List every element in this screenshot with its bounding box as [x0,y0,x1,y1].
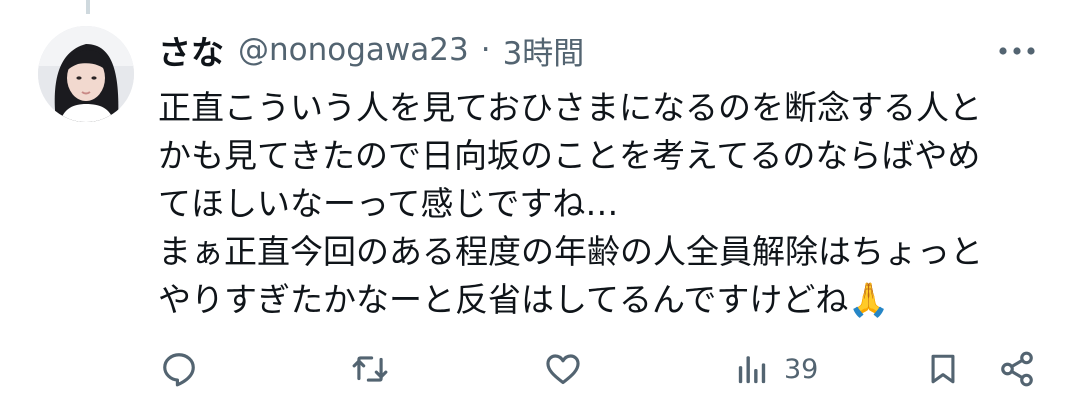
like-button[interactable] [543,346,583,392]
timestamp[interactable]: 3時間 [503,28,585,73]
views-button[interactable]: 39 [736,346,818,392]
like-icon [546,354,580,385]
author-handle[interactable]: @nonogawa23 [238,32,469,68]
retweet-button[interactable] [350,346,390,392]
separator-dot: · [480,32,491,68]
retweet-icon [352,356,388,382]
tweet-header: さな @nonogawa23 · 3時間 [158,26,584,74]
views-icon [738,356,766,384]
bookmark-icon [931,354,955,384]
avatar[interactable] [38,26,134,122]
bookmark-button[interactable] [926,346,960,392]
reply-icon [163,353,195,387]
share-icon [1001,351,1033,387]
more-icon[interactable] [994,36,1040,66]
tweet-text: 正直こういう人を見ておひさまになるのを断念する人と かも見てきたので日向坂のこと… [158,88,983,319]
author-name[interactable]: さな [158,26,224,74]
share-button[interactable] [998,346,1036,392]
reply-button[interactable] [160,346,198,392]
views-count: 39 [784,353,819,385]
action-bar: 39 [0,346,1080,392]
tweet[interactable]: さな @nonogawa23 · 3時間 正直こういう人を見ておひさまになるのを… [0,0,1080,416]
thread-line [86,0,90,14]
